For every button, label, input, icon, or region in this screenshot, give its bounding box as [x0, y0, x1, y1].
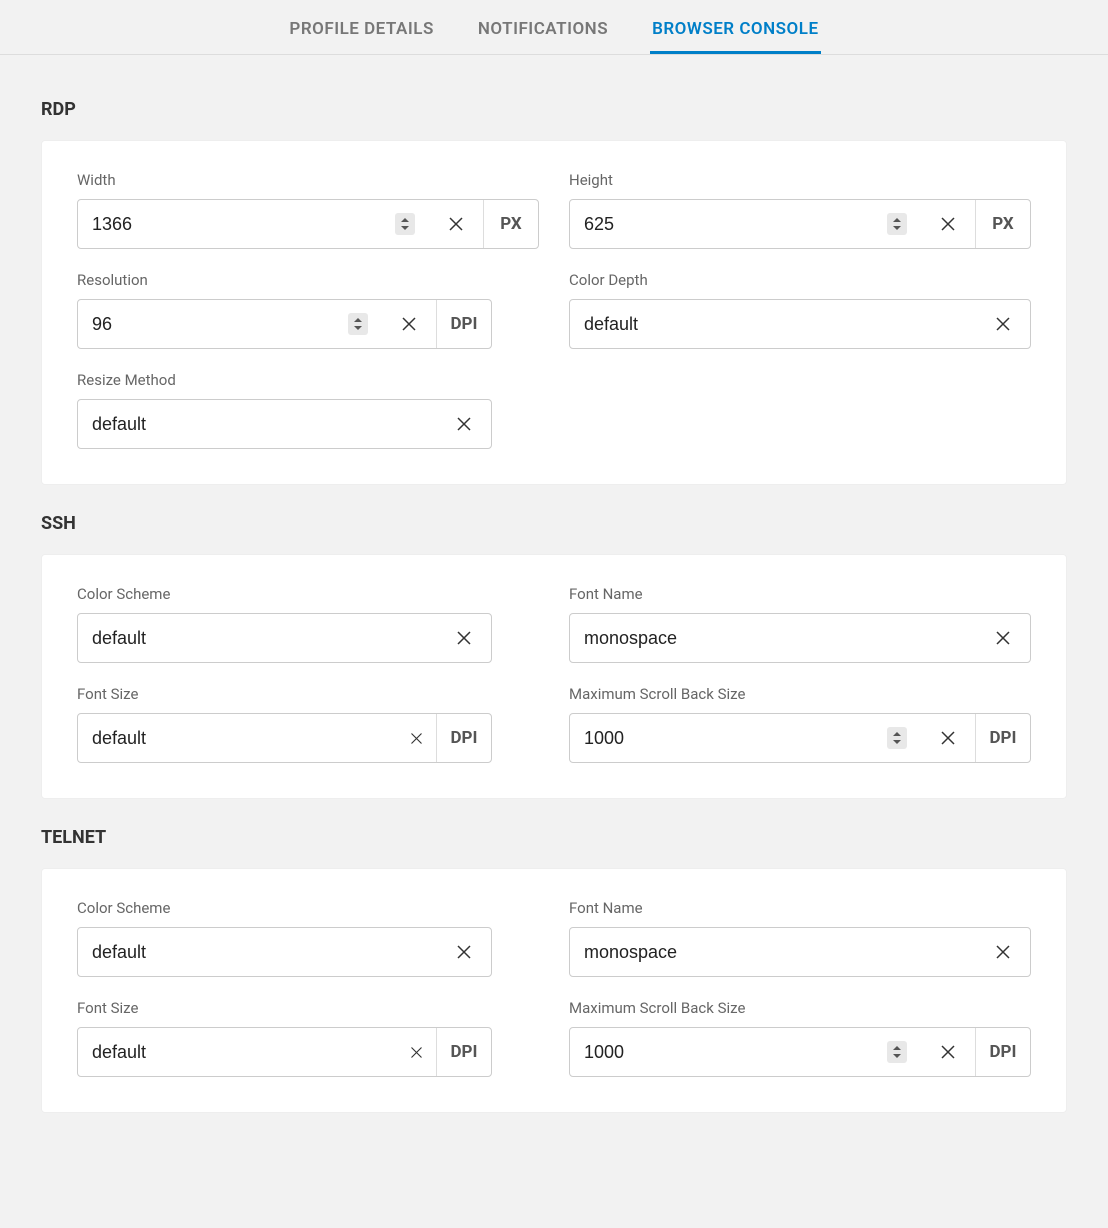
close-icon: [939, 729, 957, 747]
stepper-icon[interactable]: [887, 727, 907, 749]
stepper-icon[interactable]: [887, 213, 907, 235]
clear-button[interactable]: [437, 614, 491, 662]
close-icon: [994, 629, 1012, 647]
ssh-maxscroll-input-group: DPI: [569, 713, 1031, 763]
tabs-bar: PROFILE DETAILS NOTIFICATIONS BROWSER CO…: [0, 0, 1108, 55]
tab-notifications[interactable]: NOTIFICATIONS: [476, 9, 610, 54]
ssh-maxscroll-label: Maximum Scroll Back Size: [569, 685, 1031, 703]
rdp-colordepth-input[interactable]: [584, 314, 962, 335]
rdp-colordepth-input-group: [569, 299, 1031, 349]
rdp-resolution-input[interactable]: [92, 314, 340, 335]
dpi-suffix: DPI: [436, 300, 491, 348]
telnet-maxscroll-input[interactable]: [584, 1042, 879, 1063]
close-icon: [455, 629, 473, 647]
telnet-colorscheme-label: Color Scheme: [77, 899, 539, 917]
clear-button[interactable]: [437, 400, 491, 448]
clear-button[interactable]: [382, 300, 436, 348]
stepper-icon[interactable]: [887, 1041, 907, 1063]
telnet-colorscheme-input[interactable]: [92, 942, 423, 963]
tab-browser-console[interactable]: BROWSER CONSOLE: [650, 9, 820, 54]
telnet-card: Color Scheme Font Name: [41, 868, 1067, 1113]
clear-button[interactable]: [437, 928, 491, 976]
close-icon: [409, 1045, 424, 1060]
ssh-fontsize-input[interactable]: [92, 728, 382, 749]
clear-button[interactable]: [921, 1028, 975, 1076]
telnet-fontsize-input-group: DPI: [77, 1027, 492, 1077]
px-suffix: PX: [483, 200, 538, 248]
clear-button[interactable]: [976, 928, 1030, 976]
telnet-colorscheme-input-group: [77, 927, 492, 977]
ssh-colorscheme-input[interactable]: [92, 628, 423, 649]
ssh-colorscheme-label: Color Scheme: [77, 585, 539, 603]
ssh-fontname-label: Font Name: [569, 585, 1031, 603]
ssh-card: Color Scheme Font Name: [41, 554, 1067, 799]
ssh-colorscheme-input-group: [77, 613, 492, 663]
close-icon: [455, 415, 473, 433]
close-icon: [409, 731, 424, 746]
close-icon: [994, 315, 1012, 333]
tab-profile-details[interactable]: PROFILE DETAILS: [287, 9, 435, 54]
dpi-suffix: DPI: [436, 1028, 491, 1076]
section-title-ssh: SSH: [41, 513, 1067, 534]
clear-button[interactable]: [921, 200, 975, 248]
rdp-width-input[interactable]: [92, 214, 387, 235]
ssh-fontname-input[interactable]: [584, 628, 962, 649]
ssh-maxscroll-input[interactable]: [584, 728, 879, 749]
rdp-width-input-group: PX: [77, 199, 539, 249]
clear-button[interactable]: [921, 714, 975, 762]
clear-button[interactable]: [396, 1028, 436, 1076]
rdp-resolution-label: Resolution: [77, 271, 539, 289]
dpi-suffix: DPI: [436, 714, 491, 762]
clear-button[interactable]: [396, 714, 436, 762]
rdp-height-label: Height: [569, 171, 1031, 189]
clear-button[interactable]: [976, 300, 1030, 348]
section-title-rdp: RDP: [41, 99, 1067, 120]
section-title-telnet: TELNET: [41, 827, 1067, 848]
close-icon: [939, 215, 957, 233]
dpi-suffix: DPI: [975, 714, 1030, 762]
clear-button[interactable]: [976, 614, 1030, 662]
telnet-maxscroll-input-group: DPI: [569, 1027, 1031, 1077]
stepper-icon[interactable]: [395, 213, 415, 235]
rdp-width-label: Width: [77, 171, 539, 189]
px-suffix: PX: [975, 200, 1030, 248]
rdp-colordepth-label: Color Depth: [569, 271, 1031, 289]
telnet-fontsize-label: Font Size: [77, 999, 539, 1017]
close-icon: [455, 943, 473, 961]
ssh-fontsize-input-group: DPI: [77, 713, 492, 763]
rdp-card: Width PX Height: [41, 140, 1067, 485]
rdp-resizemethod-input[interactable]: [92, 414, 423, 435]
rdp-resolution-input-group: DPI: [77, 299, 492, 349]
rdp-resizemethod-label: Resize Method: [77, 371, 539, 389]
telnet-fontname-input[interactable]: [584, 942, 962, 963]
close-icon: [400, 315, 418, 333]
stepper-icon[interactable]: [348, 313, 368, 335]
telnet-fontname-label: Font Name: [569, 899, 1031, 917]
ssh-fontsize-label: Font Size: [77, 685, 539, 703]
close-icon: [447, 215, 465, 233]
rdp-height-input[interactable]: [584, 214, 879, 235]
close-icon: [939, 1043, 957, 1061]
ssh-fontname-input-group: [569, 613, 1031, 663]
clear-button[interactable]: [429, 200, 483, 248]
rdp-resizemethod-input-group: [77, 399, 492, 449]
telnet-fontname-input-group: [569, 927, 1031, 977]
rdp-height-input-group: PX: [569, 199, 1031, 249]
dpi-suffix: DPI: [975, 1028, 1030, 1076]
telnet-fontsize-input[interactable]: [92, 1042, 382, 1063]
telnet-maxscroll-label: Maximum Scroll Back Size: [569, 999, 1031, 1017]
close-icon: [994, 943, 1012, 961]
